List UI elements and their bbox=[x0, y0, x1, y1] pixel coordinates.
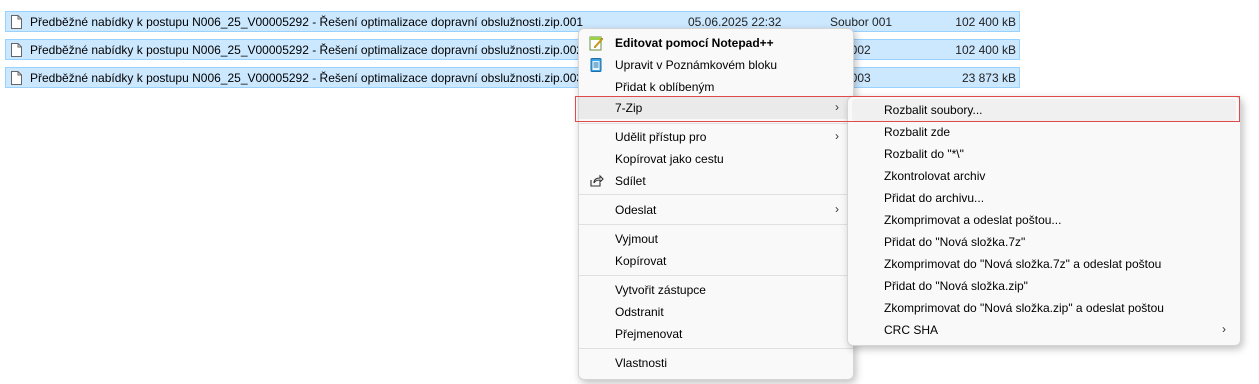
chevron-right-icon: › bbox=[1222, 322, 1226, 336]
chevron-right-icon: › bbox=[835, 202, 839, 216]
file-name: Předběžné nabídky k postupu N006_25_V000… bbox=[30, 43, 584, 57]
menu-item-send-to[interactable]: Odeslat › bbox=[579, 199, 853, 221]
chevron-right-icon: › bbox=[835, 129, 839, 143]
menu-separator bbox=[579, 224, 853, 225]
menu-label: Vyjmout bbox=[615, 232, 658, 246]
submenu-item-extract-to[interactable]: Rozbalit do "*\" bbox=[848, 143, 1240, 165]
share-icon bbox=[590, 174, 604, 187]
menu-item-rename[interactable]: Přejmenovat bbox=[579, 323, 853, 345]
file-size: 102 400 kB bbox=[955, 15, 1016, 29]
file-icon bbox=[11, 15, 22, 29]
7zip-submenu: Rozbalit soubory... Rozbalit zde Rozbali… bbox=[847, 96, 1241, 346]
menu-item-edit-notepadpp[interactable]: Editovat pomocí Notepad++ bbox=[579, 32, 853, 54]
menu-label: Zkomprimovat do "Nová složka.zip" a odes… bbox=[884, 301, 1164, 315]
file-row-001[interactable]: Předběžné nabídky k postupu N006_25_V000… bbox=[5, 11, 1020, 32]
menu-label: Přidat do "Nová složka.zip" bbox=[884, 279, 1028, 293]
menu-item-copy-as-path[interactable]: Kopírovat jako cestu bbox=[579, 148, 853, 170]
notepad-icon bbox=[590, 58, 602, 72]
highlight-outline bbox=[575, 96, 1240, 122]
menu-item-grant-access[interactable]: Udělit přístup pro › bbox=[579, 126, 853, 148]
submenu-item-compress-7z-email[interactable]: Zkomprimovat do "Nová složka.7z" a odesl… bbox=[848, 253, 1240, 275]
menu-item-cut[interactable]: Vyjmout bbox=[579, 228, 853, 250]
file-icon bbox=[11, 43, 22, 57]
menu-separator bbox=[579, 348, 853, 349]
menu-item-properties[interactable]: Vlastnosti bbox=[579, 352, 853, 374]
file-type: Soubor 001 bbox=[830, 15, 893, 29]
menu-label: Kopírovat bbox=[615, 254, 667, 268]
menu-item-copy[interactable]: Kopírovat bbox=[579, 250, 853, 272]
menu-item-delete[interactable]: Odstranit bbox=[579, 301, 853, 323]
menu-item-share[interactable]: Sdílet bbox=[579, 170, 853, 192]
submenu-item-test-archive[interactable]: Zkontrolovat archiv bbox=[848, 165, 1240, 187]
menu-label: Upravit v Poznámkovém bloku bbox=[615, 58, 778, 72]
notepadpp-icon bbox=[589, 36, 604, 51]
menu-label: Sdílet bbox=[615, 174, 646, 188]
file-row-002[interactable]: Předběžné nabídky k postupu N006_25_V000… bbox=[5, 39, 1020, 60]
menu-label: Odstranit bbox=[615, 305, 664, 319]
submenu-item-add-to-archive[interactable]: Přidat do archivu... bbox=[848, 187, 1240, 209]
menu-item-add-favorites[interactable]: Přidat k oblíbeným bbox=[579, 76, 853, 98]
submenu-item-compress-zip-email[interactable]: Zkomprimovat do "Nová složka.zip" a odes… bbox=[848, 297, 1240, 319]
menu-label: CRC SHA bbox=[884, 323, 939, 337]
menu-label: Zkontrolovat archiv bbox=[884, 169, 986, 183]
submenu-item-add-7z[interactable]: Přidat do "Nová složka.7z" bbox=[848, 231, 1240, 253]
file-name: Předběžné nabídky k postupu N006_25_V000… bbox=[30, 15, 584, 29]
menu-label: Kopírovat jako cestu bbox=[615, 152, 724, 166]
file-size: 102 400 kB bbox=[955, 43, 1016, 57]
menu-label: Zkomprimovat do "Nová složka.7z" a odesl… bbox=[884, 257, 1162, 271]
submenu-item-add-zip[interactable]: Přidat do "Nová složka.zip" bbox=[848, 275, 1240, 297]
menu-separator bbox=[579, 194, 853, 195]
file-size: 23 873 kB bbox=[961, 71, 1016, 85]
menu-label: Odeslat bbox=[615, 203, 657, 217]
menu-label: Udělit přístup pro bbox=[615, 130, 707, 144]
menu-label: Zkomprimovat a odeslat poštou... bbox=[884, 213, 1062, 227]
menu-label: Přidat do archivu... bbox=[884, 191, 985, 205]
file-date: 05.06.2025 22:32 bbox=[688, 15, 782, 29]
file-name: Předběžné nabídky k postupu N006_25_V000… bbox=[30, 71, 584, 85]
menu-item-edit-notepad[interactable]: Upravit v Poznámkovém bloku bbox=[579, 54, 853, 76]
menu-item-create-shortcut[interactable]: Vytvořit zástupce bbox=[579, 279, 853, 301]
menu-label: Přidat k oblíbeným bbox=[615, 80, 715, 94]
menu-label: Vytvořit zástupce bbox=[615, 283, 706, 297]
file-row-003[interactable]: Předběžné nabídky k postupu N006_25_V000… bbox=[5, 67, 1020, 88]
menu-label: Vlastnosti bbox=[615, 356, 668, 370]
menu-label: Rozbalit do "*\" bbox=[884, 147, 964, 161]
submenu-item-extract-here[interactable]: Rozbalit zde bbox=[848, 121, 1240, 143]
menu-label: Přejmenovat bbox=[615, 327, 683, 341]
context-menu: Editovat pomocí Notepad++ Upravit v Pozn… bbox=[578, 28, 854, 380]
menu-label: Editovat pomocí Notepad++ bbox=[615, 36, 774, 50]
menu-separator bbox=[579, 275, 853, 276]
menu-label: Rozbalit zde bbox=[884, 125, 951, 139]
menu-separator bbox=[579, 123, 853, 124]
submenu-item-crc-sha[interactable]: CRC SHA › bbox=[848, 319, 1240, 341]
menu-label: Přidat do "Nová složka.7z" bbox=[884, 235, 1026, 249]
file-icon bbox=[11, 71, 22, 85]
submenu-item-compress-email[interactable]: Zkomprimovat a odeslat poštou... bbox=[848, 209, 1240, 231]
